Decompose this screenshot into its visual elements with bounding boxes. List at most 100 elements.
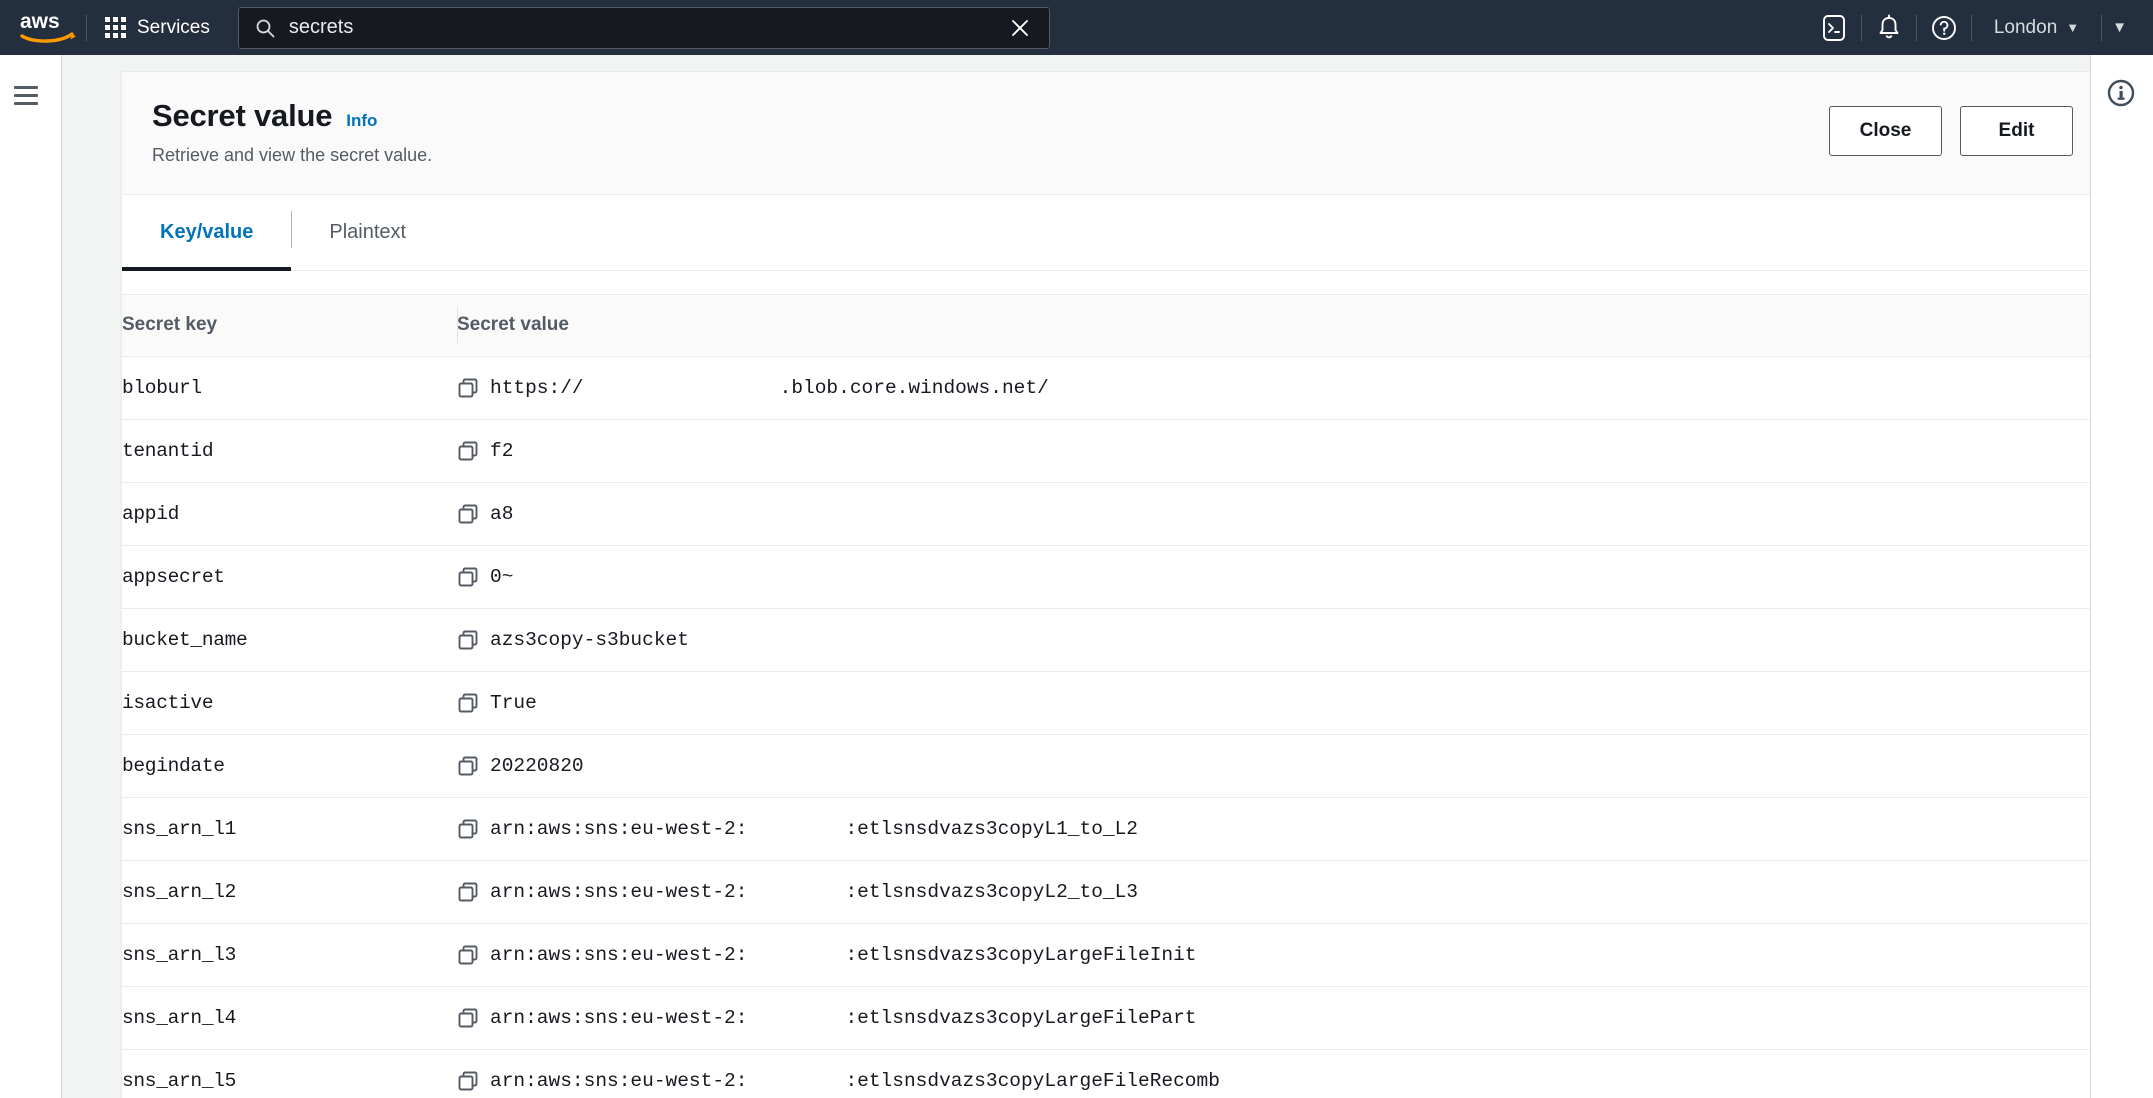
secret-key-cell: sns_arn_l2 [122,860,457,924]
global-navigation-bar: aws Services secrets London ▼ ▼ [0,0,2153,55]
copy-icon[interactable] [457,1070,479,1092]
search-icon [255,18,275,38]
close-button[interactable]: Close [1829,106,1942,156]
table-row: isactive True [122,671,2090,735]
secret-value-cell: arn:aws:sns:eu-west-2::etlsnsdvazs3copyL… [457,923,2090,987]
secret-key-cell: appsecret [122,545,457,609]
copy-icon[interactable] [457,566,479,588]
secret-value-prefix: f2 [490,440,514,462]
secret-value-row: azs3copy-s3bucket [457,629,2090,651]
secret-value-cell: arn:aws:sns:eu-west-2::etlsnsdvazs3copyL… [457,986,2090,1050]
secret-value-row: a8 [457,503,2090,525]
secret-key-value-table: Secret key Secret value bloburl https://.… [122,294,2090,1098]
secret-key-cell: sns_arn_l1 [122,797,457,861]
table-row: appsecret 0~ [122,545,2090,609]
secret-key-cell: sns_arn_l3 [122,923,457,987]
nav-right-group: London ▼ ▼ [1807,0,2153,55]
secret-value-prefix: arn:aws:sns:eu-west-2: [490,881,748,903]
copy-icon[interactable] [457,944,479,966]
edit-button[interactable]: Edit [1960,106,2073,156]
table-row: tenantid f2 [122,419,2090,483]
info-icon[interactable] [2105,77,2137,114]
secret-value-cell: a8 [457,482,2090,546]
copy-icon[interactable] [457,629,479,651]
secret-key-cell: sns_arn_l4 [122,986,457,1050]
header-actions: Close Edit [1829,106,2073,156]
secret-key-cell: begindate [122,734,457,798]
table-row: sns_arn_l1 arn:aws:sns:eu-west-2: :etlsnsd… [122,797,2090,861]
hamburger-menu-icon[interactable] [14,80,48,110]
secret-value-suffix: :etlsnsdvazs3copyL2_to_L3 [845,881,1139,903]
info-link[interactable]: Info [346,111,377,131]
page-title: Secret value [152,98,333,133]
account-menu-chevron-down-icon[interactable]: ▼ [2102,19,2153,36]
secret-value-suffix: .blob.core.windows.net/ [779,377,1049,399]
column-header-secret-key: Secret key [122,294,457,357]
table-row: begindate 20220820 [122,734,2090,798]
table-row: sns_arn_l2 arn:aws:sns:eu-west-2: :etlsnsd… [122,860,2090,924]
secret-value-prefix: arn:aws:sns:eu-west-2: [490,818,748,840]
copy-icon[interactable] [457,377,479,399]
svg-text:aws: aws [20,11,60,33]
copy-icon[interactable] [457,1007,479,1029]
secret-value-suffix: :etlsnsdvazs3copyLargeFileRecomb [845,1070,1220,1092]
card-header: Secret value Info Retrieve and view the … [122,72,2090,195]
tab-plaintext[interactable]: Plaintext [291,195,444,270]
secret-value-row: arn:aws:sns:eu-west-2: :etlsnsdvazs3copyL… [457,818,2090,840]
search-input[interactable] [288,7,1007,48]
aws-logo[interactable]: aws [10,0,86,55]
secret-value-prefix: True [490,692,537,714]
secret-value-suffix: :etlsnsdvazs3copyLargeFileInit [845,944,1197,966]
secret-value-cell: 0~ [457,545,2090,609]
secret-key-cell: isactive [122,671,457,735]
secret-value-card: Secret value Info Retrieve and view the … [121,71,2090,1098]
copy-icon[interactable] [457,503,479,525]
bell-icon[interactable] [1862,0,1916,55]
secret-value-prefix: azs3copy-s3bucket [490,629,689,651]
secret-value-row: f2 [457,440,2090,462]
secret-value-row: 20220820 [457,755,2090,777]
copy-icon[interactable] [457,755,479,777]
region-selector[interactable]: London ▼ [1972,0,2101,55]
secret-value-row: 0~ [457,566,2090,588]
secret-value-cell: True [457,671,2090,735]
services-menu-button[interactable]: Services [87,0,228,55]
secret-value-row: https:// .blob.core.windows.net/ [457,377,2090,399]
secret-value-row: arn:aws:sns:eu-west-2::etlsnsdvazs3copyL… [457,1070,2090,1092]
secret-value-cell: arn:aws:sns:eu-west-2: :etlsnsdvazs3copyL… [457,860,2090,924]
tab-key-value[interactable]: Key/value [122,195,292,271]
secret-key-cell: bucket_name [122,608,457,672]
secret-key-cell: tenantid [122,419,457,483]
secret-value-prefix: 20220820 [490,755,584,777]
cloudshell-icon[interactable] [1807,0,1861,55]
grid-icon [105,17,126,38]
table-row: sns_arn_l5 arn:aws:sns:eu-west-2::etlsnsd… [122,1049,2090,1098]
secret-value-row: arn:aws:sns:eu-west-2::etlsnsdvazs3copyL… [457,1007,2090,1029]
global-search-bar[interactable] [237,6,1050,49]
copy-icon[interactable] [457,692,479,714]
table-header-row: Secret key Secret value [122,294,2090,357]
table-row: bucket_name azs3copy-s3bucket [122,608,2090,672]
copy-icon[interactable] [457,818,479,840]
region-label: London [1993,16,2058,38]
aws-console-page: aws Services secrets London ▼ ▼ Secret v… [0,0,2153,1098]
page-subtitle: Retrieve and view the secret value. [152,145,433,165]
right-help-rail [2090,55,2153,1098]
help-icon[interactable] [1917,0,1971,55]
copy-icon[interactable] [457,440,479,462]
chevron-down-icon: ▼ [2066,20,2080,35]
secret-value-prefix: arn:aws:sns:eu-west-2: [490,1007,748,1029]
close-icon[interactable] [1007,15,1033,41]
copy-icon[interactable] [457,881,479,903]
secret-value-cell: azs3copy-s3bucket [457,608,2090,672]
secret-value-prefix: a8 [490,503,514,525]
secret-value-prefix: https:// [490,377,584,399]
table-row: bloburl https:// .blob.core.windows.net/ [122,356,2090,420]
secret-value-row: arn:aws:sns:eu-west-2::etlsnsdvazs3copyL… [457,944,2090,966]
secret-table-wrapper: Secret key Secret value bloburl https://.… [122,271,2090,1098]
secret-value-suffix: :etlsnsdvazs3copyL1_to_L2 [845,818,1139,840]
title-row: Secret value Info [152,98,2073,134]
secret-value-cell: arn:aws:sns:eu-west-2::etlsnsdvazs3copyL… [457,1049,2090,1098]
secret-value-cell: https:// .blob.core.windows.net/ [457,356,2090,420]
table-row: sns_arn_l4 arn:aws:sns:eu-west-2::etlsnsd… [122,986,2090,1050]
